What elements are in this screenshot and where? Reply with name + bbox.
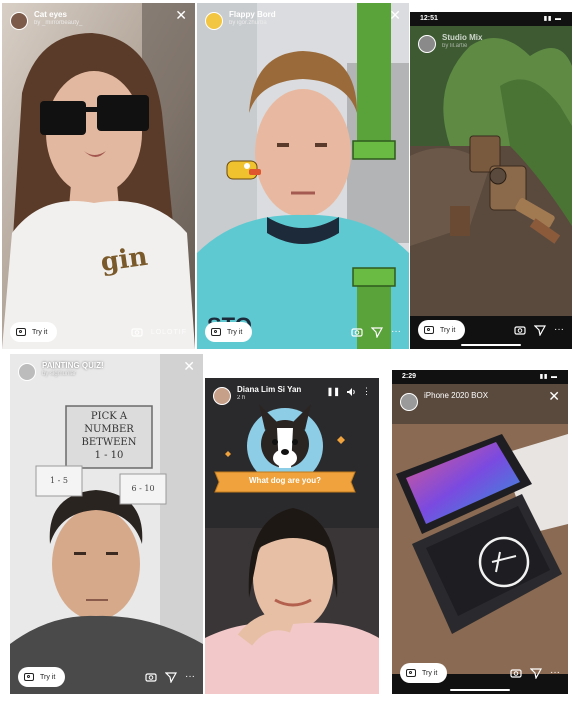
try-it-button[interactable]: Try it: [10, 322, 58, 342]
story-timestamp: 2 h: [237, 394, 246, 401]
save-effect-icon[interactable]: [131, 326, 143, 338]
try-it-button[interactable]: Try it: [205, 322, 253, 342]
effect-author[interactable]: by sigmunlar: [42, 371, 104, 378]
bottom-action-bar: Try it LOLOTIF: [2, 315, 195, 349]
camera-icon: [16, 328, 26, 336]
bottom-action-bar: Try it ···: [10, 660, 203, 694]
save-effect-icon[interactable]: [145, 671, 157, 683]
close-icon[interactable]: ✕: [389, 9, 401, 23]
painting-quiz-preview-image: [10, 354, 203, 694]
quiz-question-line: BETWEEN: [81, 437, 137, 448]
signal-battery-icon: ▮▮ ▬: [543, 16, 562, 22]
effect-title[interactable]: Cat eyes: [34, 10, 82, 20]
more-options-icon[interactable]: ···: [554, 325, 564, 335]
home-indicator: [450, 689, 510, 691]
try-it-label: Try it: [40, 673, 56, 681]
bottom-action-bar: Try it ···: [197, 315, 409, 349]
effect-header: Flappy Bord by igor.zhurba: [197, 3, 409, 43]
bottom-action-bar: Try it ···: [392, 656, 568, 690]
effect-header: Cat eyes by _mirrorbeauty_: [2, 3, 195, 43]
save-effect-icon[interactable]: [510, 667, 522, 679]
camera-icon: [211, 328, 221, 336]
creator-avatar[interactable]: [205, 12, 223, 30]
effect-title[interactable]: Studio Mix: [442, 33, 482, 43]
try-it-button[interactable]: Try it: [418, 320, 466, 340]
status-bar: 12:51 ▮▮ ▬: [410, 12, 572, 26]
cat-eyes-effect-panel: gin Cat eyes by _mirrorbeauty_ ✕ Try it …: [2, 3, 195, 349]
effect-header: Diana Lim Si Yan 2 h ❚❚ ⋮: [205, 378, 379, 418]
story-author-name[interactable]: Diana Lim Si Yan: [237, 385, 301, 395]
quiz-answer-right: 6 - 10: [131, 484, 155, 493]
creator-avatar[interactable]: [400, 393, 418, 411]
flappy-bord-effect-panel: STO Flappy Bord by igor.zhurba ✕ Try it …: [197, 3, 409, 349]
try-it-button[interactable]: Try it: [18, 667, 66, 687]
more-options-icon[interactable]: ···: [185, 672, 195, 682]
creator-avatar[interactable]: [213, 387, 231, 405]
close-icon[interactable]: ✕: [548, 390, 560, 404]
signal-battery-icon: ▮▮ ▬: [539, 374, 558, 380]
send-icon[interactable]: [371, 326, 383, 338]
close-icon[interactable]: ✕: [175, 9, 187, 23]
quiz-question-line: 1 - 10: [94, 450, 124, 461]
quiz-question-line: PICK A NUMBER: [84, 411, 134, 435]
quiz-answer-left: 1 - 5: [50, 476, 68, 485]
watermark-text: LOLOTIF: [150, 328, 187, 336]
close-icon[interactable]: ✕: [183, 360, 195, 374]
send-icon[interactable]: [165, 671, 177, 683]
robot-preview-image: [410, 26, 572, 316]
more-options-icon[interactable]: ⋮: [362, 386, 371, 397]
cat-eyes-preview-image: gin: [2, 3, 195, 349]
effect-title[interactable]: PAINTING QUIZ!: [42, 361, 104, 371]
status-bar: 2:29 ▮▮ ▬: [392, 370, 568, 384]
save-effect-icon[interactable]: [351, 326, 363, 338]
try-it-label: Try it: [440, 326, 456, 334]
effect-title[interactable]: iPhone 2020 BOX: [424, 391, 488, 401]
effect-header: PAINTING QUIZ! by sigmunlar: [10, 354, 203, 394]
camera-icon: [406, 669, 416, 677]
flappy-bord-preview-image: STO: [197, 3, 409, 349]
volume-icon[interactable]: [346, 387, 356, 397]
bottom-action-bar: Try it ···: [410, 313, 572, 347]
robot-effect-panel: 12:51 ▮▮ ▬ Studio Mix by lil.artie Try i…: [410, 12, 572, 349]
effect-header: iPhone 2020 BOX: [392, 384, 568, 424]
try-it-label: Try it: [422, 669, 438, 677]
camera-icon: [24, 673, 34, 681]
try-it-label: Try it: [227, 328, 243, 336]
dog-quiz-effect-panel: What dog are you? Diana Lim Si Yan 2 h ❚…: [205, 378, 379, 694]
creator-avatar[interactable]: [18, 363, 36, 381]
send-icon[interactable]: [534, 324, 546, 336]
iphone-box-effect-panel: 2:29 ▮▮ ▬ iPhone 2020 BOX ✕ Try it ···: [392, 370, 568, 694]
creator-avatar[interactable]: [10, 12, 28, 30]
pause-icon[interactable]: ❚❚: [327, 387, 340, 396]
try-it-button[interactable]: Try it: [400, 663, 448, 683]
send-icon[interactable]: [530, 667, 542, 679]
iphone-box-preview-image: [392, 384, 568, 674]
effect-author[interactable]: by igor.zhurba: [229, 20, 276, 27]
quiz-question-sign: PICK A NUMBER BETWEEN 1 - 10: [66, 410, 152, 462]
try-it-label: Try it: [32, 328, 48, 336]
effect-header: Studio Mix by lil.artie: [410, 26, 572, 66]
more-options-icon[interactable]: ···: [391, 327, 401, 337]
more-options-icon[interactable]: ···: [550, 668, 560, 678]
status-time: 2:29: [402, 373, 417, 380]
status-time: 12:51: [420, 15, 438, 22]
home-indicator: [461, 344, 521, 346]
effect-author[interactable]: by _mirrorbeauty_: [34, 20, 82, 27]
dog-quiz-banner: What dog are you?: [249, 476, 321, 485]
painting-quiz-effect-panel: PICK A NUMBER BETWEEN 1 - 10 1 - 5 6 - 1…: [10, 354, 203, 694]
effect-author[interactable]: by lil.artie: [442, 43, 482, 50]
effect-title[interactable]: Flappy Bord: [229, 10, 276, 20]
dog-quiz-preview-image: [205, 378, 379, 694]
camera-icon: [424, 326, 434, 334]
save-effect-icon[interactable]: [514, 324, 526, 336]
creator-avatar[interactable]: [418, 35, 436, 53]
